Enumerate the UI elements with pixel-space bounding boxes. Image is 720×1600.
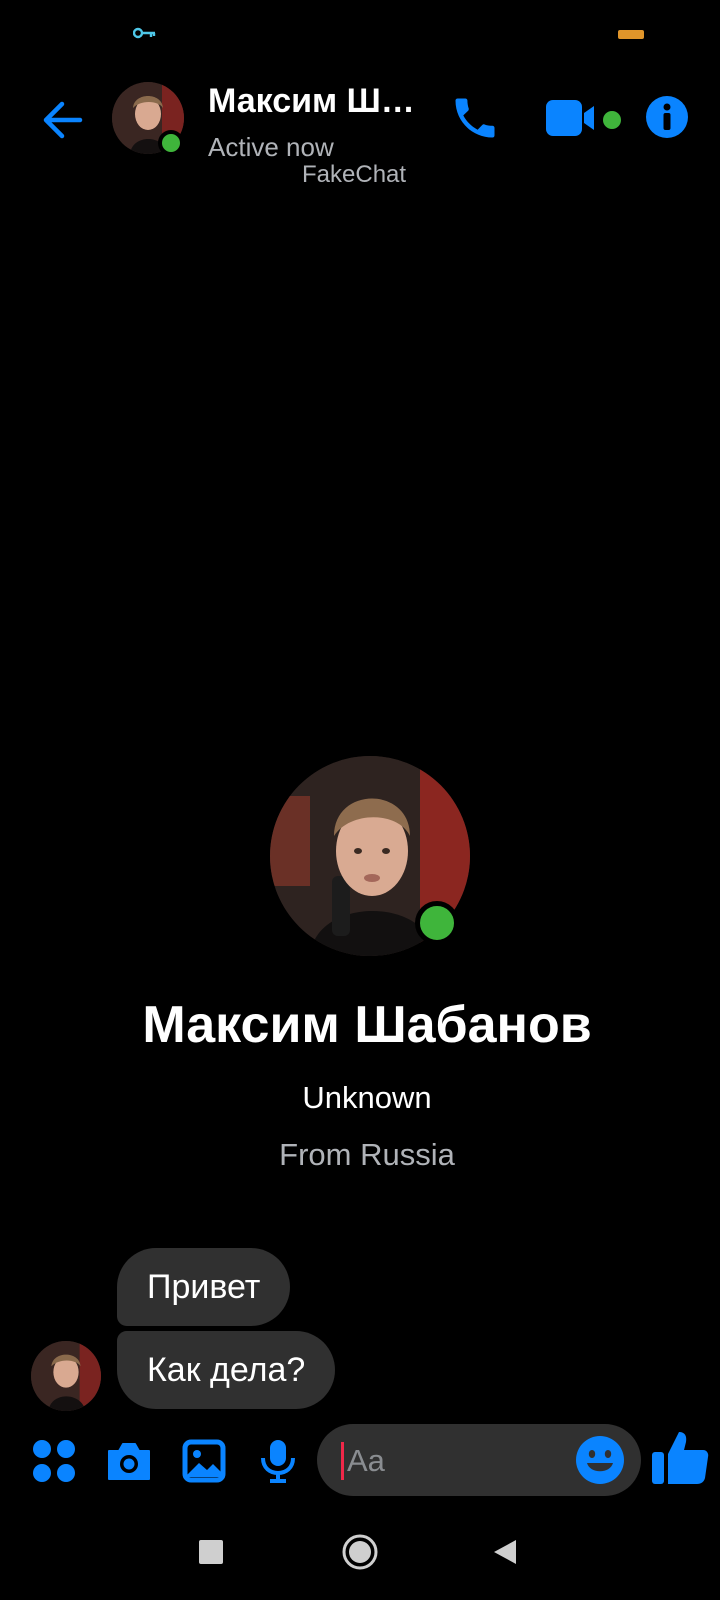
camera-icon (108, 1443, 150, 1480)
message-bubble[interactable]: Привет (117, 1248, 291, 1326)
back-button[interactable] (38, 96, 86, 144)
watermark: FakeChat (302, 161, 407, 182)
sender-avatar[interactable] (31, 1341, 101, 1411)
back-icon[interactable] (492, 1538, 518, 1566)
text-caret (341, 1442, 344, 1480)
microphone-icon (261, 1440, 295, 1483)
system-nav-bar (0, 1510, 720, 1600)
online-indicator (415, 901, 459, 945)
info-icon (646, 96, 688, 138)
video-online-indicator (603, 111, 621, 129)
gallery-button[interactable] (179, 1436, 229, 1486)
message-input-placeholder: Aa (347, 1443, 385, 1478)
home-icon[interactable] (342, 1534, 378, 1570)
profile-name: Максим Шабанов (142, 996, 592, 1054)
profile-avatar[interactable] (270, 756, 470, 956)
video-call-button[interactable] (544, 98, 606, 138)
image-icon (182, 1439, 226, 1483)
header-avatar[interactable] (112, 82, 184, 156)
voice-message-button[interactable] (253, 1436, 303, 1486)
status-bar (0, 0, 720, 70)
profile-location: From Russia (279, 1137, 455, 1172)
apps-button[interactable] (29, 1436, 79, 1486)
emoji-button[interactable] (574, 1434, 626, 1486)
message-input[interactable]: Aa (317, 1424, 641, 1496)
composer-bar: Aa (0, 1420, 720, 1504)
video-camera-icon (546, 100, 594, 136)
active-status: Active now (208, 132, 334, 162)
like-button[interactable] (649, 1426, 711, 1488)
emoji-icon (576, 1436, 624, 1484)
profile-subtitle: Unknown (302, 1080, 432, 1115)
message-bubble[interactable]: Как дела? (117, 1331, 336, 1409)
key-icon (133, 27, 156, 39)
thumbs-up-icon (652, 1432, 709, 1484)
recents-icon[interactable] (199, 1540, 223, 1564)
online-indicator (158, 130, 184, 156)
voice-call-button[interactable] (449, 92, 501, 144)
info-button[interactable] (644, 94, 690, 140)
battery-icon (618, 30, 644, 39)
chat-screen: Максим Ша... Active now FakeChat Максим … (0, 0, 720, 1600)
phone-icon (455, 98, 495, 138)
back-arrow-icon (43, 101, 83, 139)
camera-button[interactable] (104, 1436, 154, 1486)
contact-name[interactable]: Максим Ша... (208, 82, 423, 121)
apps-icon (33, 1440, 75, 1482)
chat-header: Максим Ша... Active now FakeChat (0, 70, 720, 190)
